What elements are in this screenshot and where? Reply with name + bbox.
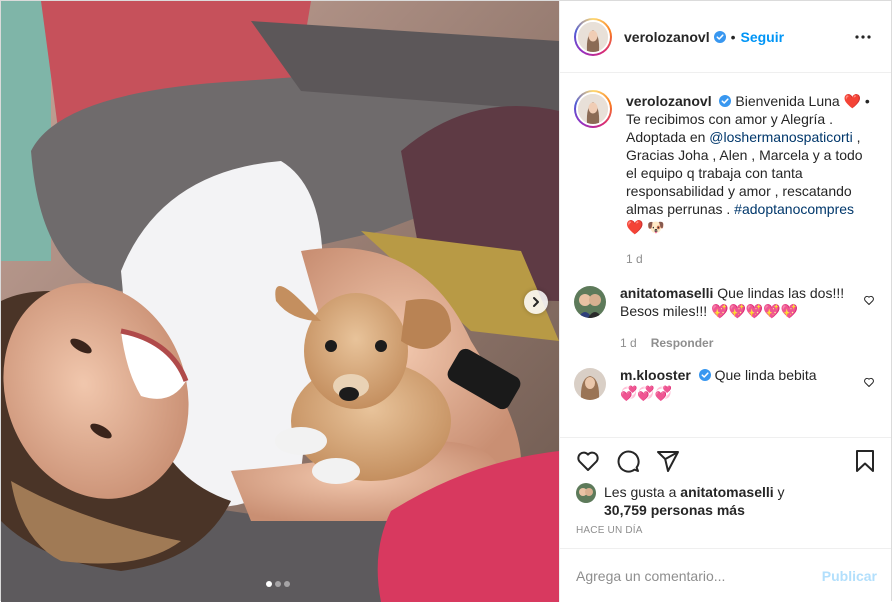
photo-woman-with-puppy: [1, 1, 559, 602]
caption-text: Bienvenida Luna: [735, 93, 844, 109]
comment-time[interactable]: 1 d: [620, 334, 637, 352]
save-bookmark-icon[interactable]: [853, 449, 877, 473]
comment-emojis: 💖💖💖💖💖: [711, 303, 799, 319]
likes-summary: Les gusta a anitatomaselli y 30,759 pers…: [576, 483, 877, 519]
chevron-right-icon: [533, 297, 539, 307]
comment-emojis: 💞💞💞: [620, 385, 673, 401]
comment-username[interactable]: m.klooster: [620, 367, 691, 383]
carousel-dot: [284, 581, 290, 587]
likes-prefix: Les gusta a: [604, 484, 681, 500]
comment-item: anitatomaselli Que lindas las dos!!! Bes…: [574, 284, 875, 352]
avatar-image: [574, 368, 606, 400]
verified-badge-icon: [719, 95, 732, 107]
more-horizontal-icon: [855, 34, 871, 39]
follow-button[interactable]: Seguir: [741, 29, 785, 45]
caption-avatar[interactable]: [574, 90, 612, 128]
instagram-post: verolozanovl • Seguir verolozanovl Bienv…: [0, 0, 892, 602]
comment-text: Que linda bebita: [714, 367, 817, 383]
post-photo[interactable]: [1, 1, 559, 602]
mention-link[interactable]: @loshermanospaticorti: [709, 129, 852, 145]
verified-badge-icon: [713, 30, 726, 43]
post-timestamp[interactable]: Hace un día: [576, 525, 643, 536]
liker-username[interactable]: anitatomaselli: [680, 484, 773, 500]
commenter-avatar[interactable]: [574, 286, 606, 318]
comment-input[interactable]: [576, 567, 822, 584]
comments-list[interactable]: verolozanovl Bienvenida Luna ❤️ • Te rec…: [560, 74, 891, 436]
avatar-image: [578, 94, 608, 124]
avatar-image: [574, 286, 606, 318]
commenter-avatar[interactable]: [574, 368, 606, 400]
heart-emoji: ❤️: [843, 93, 862, 109]
post-side-panel: verolozanovl • Seguir verolozanovl Bienv…: [559, 1, 891, 602]
post-caption: verolozanovl Bienvenida Luna ❤️ • Te rec…: [574, 90, 875, 268]
comment-item: m.klooster Que linda bebita 💞💞💞: [574, 366, 875, 402]
add-comment-bar: Publicar: [560, 548, 891, 602]
header-separator: •: [730, 28, 736, 45]
likes-middle: y: [773, 484, 785, 500]
hashtag-link[interactable]: #adoptanocompres: [734, 201, 854, 217]
avatar-image: [576, 483, 596, 503]
next-image-button[interactable]: [524, 290, 548, 314]
author-avatar[interactable]: [574, 17, 612, 56]
post-header: verolozanovl • Seguir: [560, 1, 891, 73]
caption-emoji-line: ❤️ 🐶: [626, 219, 665, 235]
carousel-indicator: [266, 581, 290, 587]
publish-button[interactable]: Publicar: [822, 568, 877, 584]
like-comment-heart-icon[interactable]: [863, 376, 875, 388]
carousel-dot: [266, 581, 272, 587]
more-options-button[interactable]: [851, 25, 875, 49]
liker-avatar[interactable]: [576, 483, 596, 503]
reply-button[interactable]: Responder: [651, 334, 714, 352]
action-bar: [560, 437, 891, 483]
comment-bubble-icon[interactable]: [616, 449, 640, 473]
like-heart-icon[interactable]: [576, 449, 600, 473]
author-username[interactable]: verolozanovl: [624, 29, 710, 45]
carousel-dot: [275, 581, 281, 587]
likes-count[interactable]: 30,759 personas más: [604, 502, 745, 518]
caption-time[interactable]: 1 d: [626, 250, 643, 268]
avatar-image: [578, 21, 608, 52]
share-paper-plane-icon[interactable]: [656, 449, 680, 473]
like-comment-heart-icon[interactable]: [863, 294, 875, 306]
verified-badge-icon: [698, 369, 711, 381]
caption-username[interactable]: verolozanovl: [626, 93, 712, 109]
comment-username[interactable]: anitatomaselli: [620, 285, 713, 301]
